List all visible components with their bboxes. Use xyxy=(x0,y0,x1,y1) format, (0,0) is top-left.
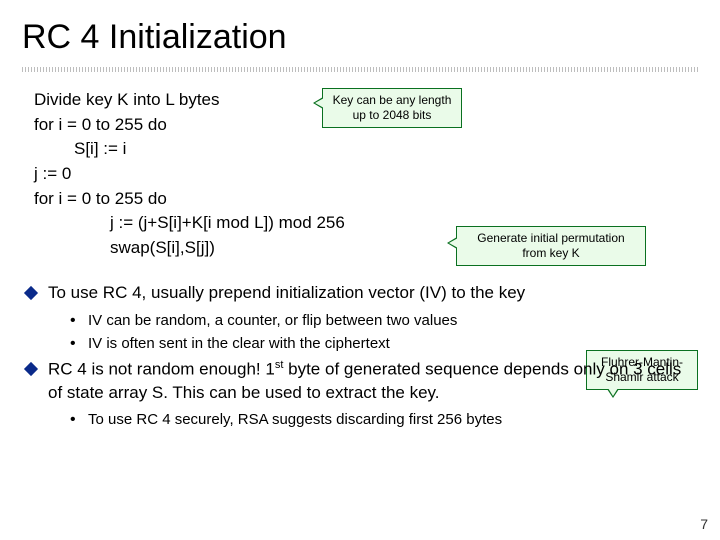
algo-line-4: j := 0 xyxy=(34,162,698,187)
bullet-text-pre: RC 4 is not random enough! 1 xyxy=(48,360,275,379)
callout-text: from key K xyxy=(465,246,637,261)
callout-key-length: Key can be any length up to 2048 bits xyxy=(322,88,462,128)
callout-text: up to 2048 bits xyxy=(331,108,453,123)
bullet-iv: To use RC 4, usually prepend initializat… xyxy=(22,282,690,305)
algo-line-5: for i = 0 to 255 do xyxy=(34,187,698,212)
algo-line-3: S[i] := i xyxy=(74,137,698,162)
callout-text: Generate initial permutation xyxy=(465,231,637,246)
page-number: 7 xyxy=(700,516,708,532)
callout-text: Key can be any length xyxy=(331,93,453,108)
subbullet-iv-clear: IV is often sent in the clear with the c… xyxy=(66,334,698,354)
content-area: Divide key K into L bytes for i = 0 to 2… xyxy=(22,88,698,431)
subbullet-discard-256: To use RC 4 securely, RSA suggests disca… xyxy=(66,410,698,430)
bullet-not-random: RC 4 is not random enough! 1st byte of g… xyxy=(22,358,690,405)
subbullet-iv-random: IV can be random, a counter, or flip bet… xyxy=(66,311,698,331)
title-divider xyxy=(22,67,698,72)
page-title: RC 4 Initialization xyxy=(22,18,698,57)
callout-permutation: Generate initial permutation from key K xyxy=(456,226,646,266)
